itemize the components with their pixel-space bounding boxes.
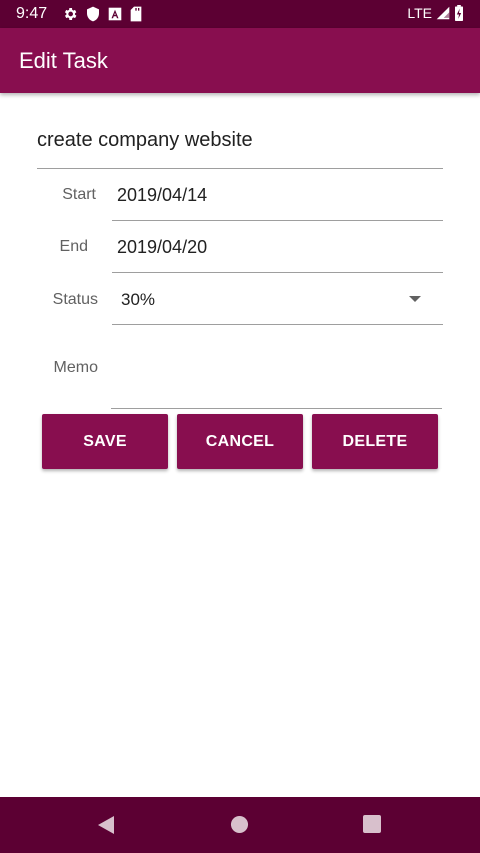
start-date-field[interactable]: 2019/04/14 — [112, 172, 443, 221]
navigation-bar — [0, 797, 480, 853]
dropdown-arrow-icon — [409, 296, 421, 302]
status-time: 9:47 — [16, 5, 48, 22]
app-bar: Edit Task — [0, 28, 480, 93]
start-label: Start — [62, 186, 96, 203]
status-system-icons: LTE — [407, 5, 464, 21]
battery-charging-icon — [455, 5, 463, 21]
home-icon[interactable] — [230, 815, 249, 834]
delete-button[interactable]: DELETE — [312, 414, 438, 469]
save-button[interactable]: SAVE — [42, 414, 168, 469]
network-type: LTE — [407, 5, 432, 21]
task-name-input[interactable]: create company website — [37, 128, 443, 169]
memo-input[interactable] — [111, 345, 442, 409]
status-dropdown[interactable]: 30% — [112, 276, 443, 325]
sd-card-icon — [130, 6, 142, 22]
settings-icon — [64, 8, 77, 20]
start-date-value: 2019/04/14 — [117, 185, 208, 205]
shield-icon — [87, 6, 99, 22]
font-icon — [108, 7, 122, 21]
status-notification-icons — [62, 6, 142, 22]
end-date-field[interactable]: 2019/04/20 — [112, 224, 443, 273]
recents-icon[interactable] — [363, 815, 381, 833]
status-bar: 9:47 LTE — [0, 0, 480, 28]
page-title: Edit Task — [19, 48, 108, 73]
end-date-value: 2019/04/20 — [117, 237, 208, 257]
status-selected-value: 30% — [121, 290, 156, 309]
task-name-value: create company website — [37, 129, 253, 151]
end-label: End — [59, 238, 88, 255]
status-label: Status — [52, 291, 98, 308]
memo-label: Memo — [53, 359, 98, 376]
cancel-button[interactable]: CANCEL — [177, 414, 303, 469]
back-icon[interactable] — [97, 815, 115, 835]
signal-icon — [436, 6, 450, 20]
